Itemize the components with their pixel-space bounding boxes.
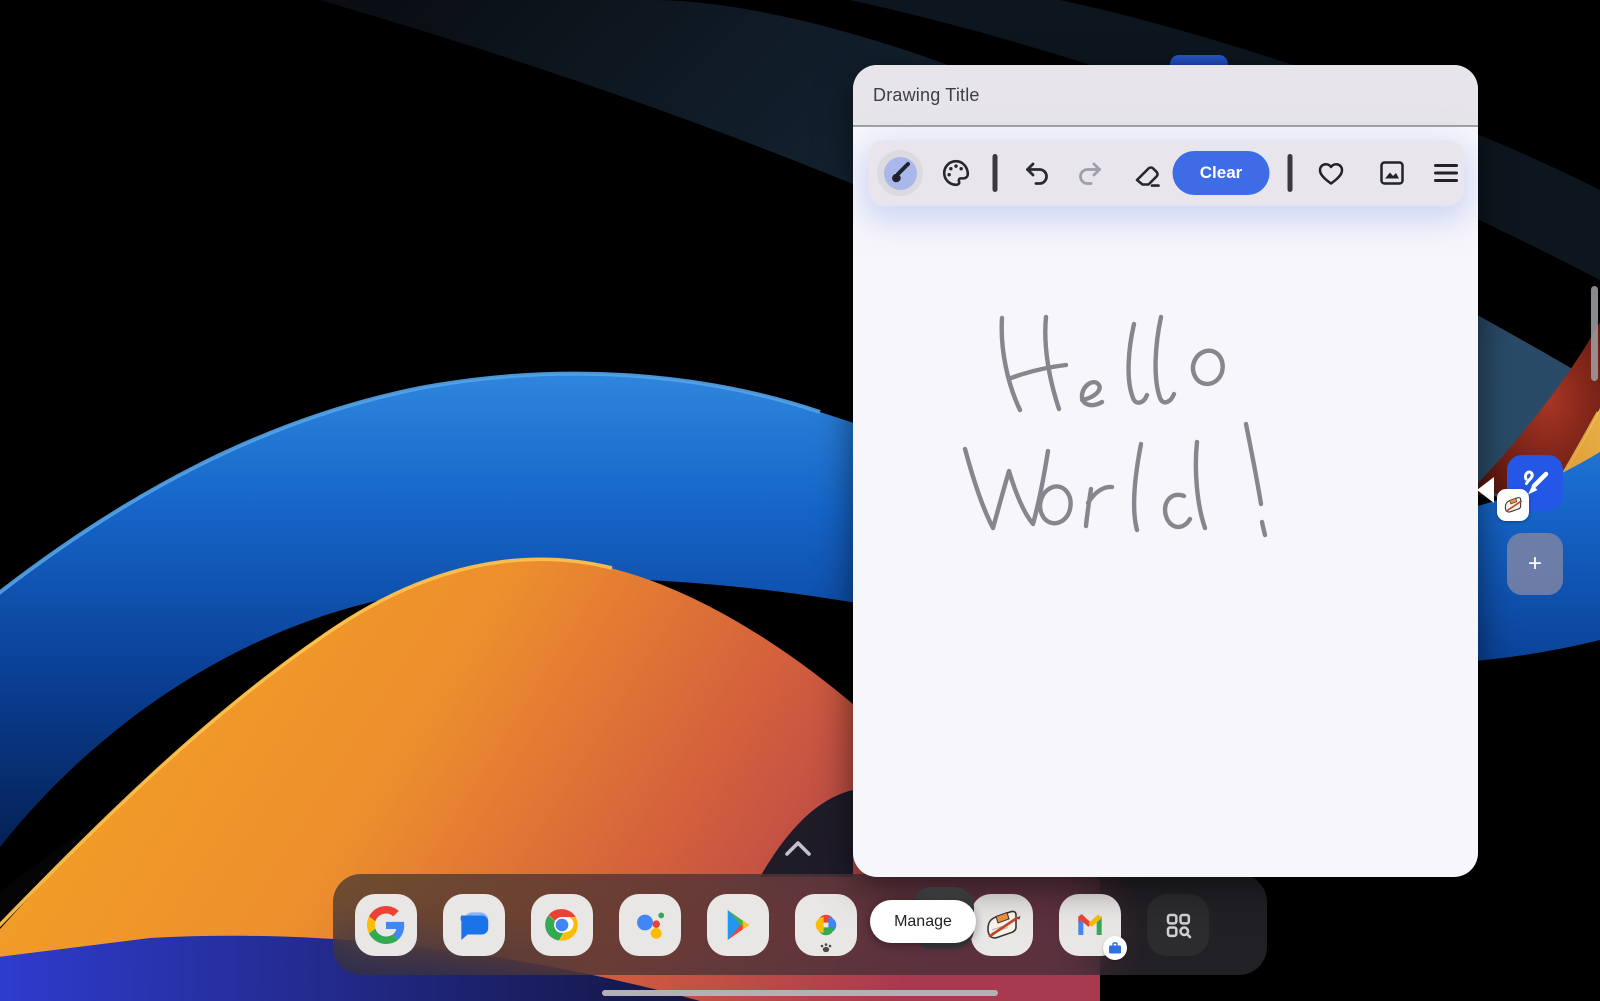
google-photos-icon bbox=[807, 906, 845, 944]
undo-icon bbox=[1021, 158, 1051, 188]
window-titlebar[interactable]: Drawing Title bbox=[853, 65, 1478, 127]
book-pen-icon bbox=[980, 903, 1024, 947]
dock-app-google[interactable] bbox=[355, 894, 417, 956]
handwriting-drawing[interactable] bbox=[853, 127, 1478, 877]
briefcase-icon bbox=[1108, 942, 1122, 954]
dock-app-assistant[interactable] bbox=[619, 894, 681, 956]
clear-button[interactable]: Clear bbox=[1173, 151, 1270, 195]
work-profile-badge bbox=[1103, 936, 1127, 960]
taskbar-dock bbox=[333, 874, 1267, 975]
toolbar-divider bbox=[993, 154, 998, 192]
manage-button[interactable]: Manage bbox=[870, 900, 976, 943]
dock-app-play-store[interactable] bbox=[707, 894, 769, 956]
toolbar-divider-2 bbox=[1288, 154, 1293, 192]
undo-button[interactable] bbox=[1021, 158, 1051, 188]
stylus-pointer-arrow bbox=[1477, 477, 1494, 503]
dock-app-search[interactable] bbox=[1147, 894, 1209, 956]
app-grid-search-icon bbox=[1158, 905, 1198, 945]
notes-app-badge[interactable] bbox=[1497, 489, 1529, 521]
heart-icon bbox=[1316, 158, 1346, 188]
chrome-icon bbox=[543, 906, 581, 944]
desktop: Drawing Title bbox=[0, 0, 1600, 1001]
add-note-button[interactable]: + bbox=[1507, 533, 1563, 595]
dock-app-messages[interactable] bbox=[443, 894, 505, 956]
redo-button[interactable] bbox=[1076, 158, 1106, 188]
dock-app-gmail[interactable] bbox=[1059, 894, 1121, 956]
window-title: Drawing Title bbox=[873, 85, 980, 106]
paw-badge-icon bbox=[819, 941, 833, 953]
menu-button[interactable] bbox=[1433, 162, 1459, 184]
drawing-app-window: Drawing Title bbox=[853, 65, 1478, 877]
brush-icon bbox=[887, 160, 913, 186]
redo-icon bbox=[1076, 158, 1106, 188]
edge-scrollbar-thumb[interactable] bbox=[1591, 286, 1598, 381]
google-g-icon bbox=[367, 906, 405, 944]
messages-bubble-icon bbox=[455, 906, 493, 944]
eraser-button[interactable] bbox=[1131, 157, 1163, 189]
mini-book-pen-icon bbox=[1501, 493, 1525, 517]
drawing-toolbar: Clear bbox=[868, 140, 1464, 206]
manage-label: Manage bbox=[894, 913, 952, 931]
image-icon bbox=[1377, 158, 1407, 188]
home-indicator-bar[interactable] bbox=[602, 990, 998, 996]
google-assistant-icon bbox=[630, 905, 670, 945]
dock-app-notes-book[interactable] bbox=[971, 894, 1033, 956]
palette-icon bbox=[941, 158, 971, 188]
dock-app-chrome[interactable] bbox=[531, 894, 593, 956]
gmail-icon bbox=[1070, 905, 1110, 945]
hamburger-menu-icon bbox=[1433, 162, 1459, 184]
brush-tool-button[interactable] bbox=[877, 150, 923, 196]
dock-app-photos[interactable] bbox=[795, 894, 857, 956]
palette-tool-button[interactable] bbox=[941, 158, 971, 188]
play-store-icon bbox=[719, 906, 757, 944]
plus-label: + bbox=[1528, 550, 1542, 578]
favorite-button[interactable] bbox=[1316, 158, 1346, 188]
chevron-up-icon[interactable] bbox=[783, 839, 813, 857]
eraser-icon bbox=[1131, 157, 1163, 189]
insert-image-button[interactable] bbox=[1377, 158, 1407, 188]
